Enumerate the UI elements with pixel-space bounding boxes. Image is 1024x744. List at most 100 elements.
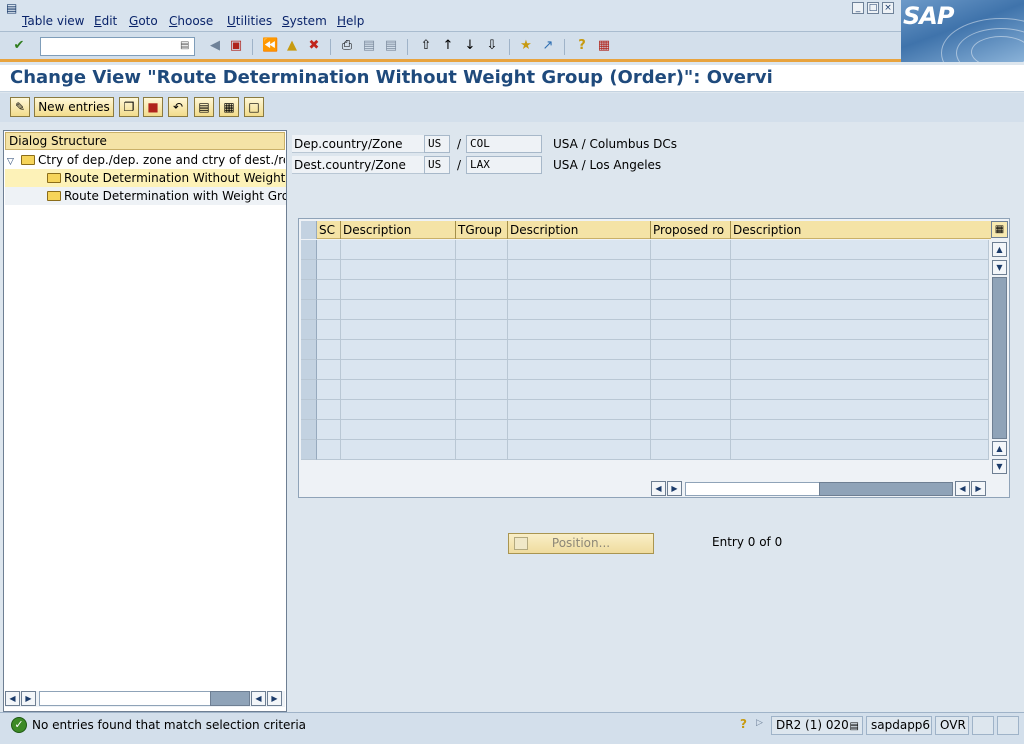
- scroll-up-icon[interactable]: ▲: [992, 242, 1007, 257]
- table-cell[interactable]: [731, 420, 989, 440]
- table-row[interactable]: [301, 260, 989, 280]
- column-header-description[interactable]: Description: [341, 221, 456, 239]
- table-row[interactable]: [301, 420, 989, 440]
- table-cell[interactable]: [317, 440, 341, 460]
- create-session-icon[interactable]: ★: [518, 38, 534, 54]
- table-cell[interactable]: [651, 440, 731, 460]
- table-cell[interactable]: [341, 260, 456, 280]
- table-cell[interactable]: [508, 280, 651, 300]
- table-cell[interactable]: [456, 400, 508, 420]
- table-cell[interactable]: [317, 300, 341, 320]
- table-cell[interactable]: [317, 240, 341, 260]
- scroll-thumb[interactable]: [819, 482, 953, 496]
- table-cell[interactable]: [508, 260, 651, 280]
- next-page-icon[interactable]: ↓: [462, 38, 478, 54]
- undo-change-icon[interactable]: ↶: [168, 97, 188, 117]
- row-selector[interactable]: [301, 360, 317, 380]
- close-icon[interactable]: ×: [882, 2, 894, 14]
- scroll-right-icon[interactable]: ▶: [267, 691, 282, 706]
- table-cell[interactable]: [508, 420, 651, 440]
- position-button[interactable]: Position...: [508, 533, 654, 554]
- tree-node-country-zone[interactable]: ▽ Ctry of dep./dep. zone and ctry of dest…: [7, 151, 285, 169]
- table-cell[interactable]: [456, 440, 508, 460]
- maximize-icon[interactable]: □: [867, 2, 879, 14]
- row-selector[interactable]: [301, 420, 317, 440]
- last-page-icon[interactable]: ⇩: [484, 38, 500, 54]
- table-cell[interactable]: [651, 260, 731, 280]
- row-selector[interactable]: [301, 400, 317, 420]
- table-cell[interactable]: [341, 360, 456, 380]
- table-row[interactable]: [301, 320, 989, 340]
- system-info-list-icon[interactable]: ▤: [850, 718, 859, 735]
- table-cell[interactable]: [731, 440, 989, 460]
- new-entries-button[interactable]: New entries: [34, 97, 114, 117]
- table-cell[interactable]: [341, 340, 456, 360]
- scroll-left-icon[interactable]: ◀: [5, 691, 20, 706]
- scroll-right-icon[interactable]: ▶: [971, 481, 986, 496]
- table-cell[interactable]: [731, 320, 989, 340]
- table-cell[interactable]: [731, 360, 989, 380]
- command-field[interactable]: [40, 37, 195, 56]
- table-cell[interactable]: [651, 280, 731, 300]
- table-row[interactable]: [301, 440, 989, 460]
- table-cell[interactable]: [651, 420, 731, 440]
- insert-mode[interactable]: OVR: [935, 716, 969, 735]
- tree-node-route-without-weight[interactable]: Route Determination Without Weight Gro: [5, 169, 286, 187]
- expand-status-icon[interactable]: ▷: [756, 718, 763, 728]
- menu-system[interactable]: System: [282, 14, 327, 28]
- table-row[interactable]: [301, 340, 989, 360]
- tree-node-route-with-weight[interactable]: Route Determination with Weight Group: [5, 187, 286, 205]
- table-cell[interactable]: [341, 300, 456, 320]
- row-selector[interactable]: [301, 380, 317, 400]
- display-change-icon[interactable]: ✎: [10, 97, 30, 117]
- menu-goto[interactable]: Goto: [129, 14, 158, 28]
- scroll-thumb[interactable]: [992, 277, 1007, 439]
- page-down-icon[interactable]: ▲: [992, 441, 1007, 456]
- column-header-tgroup[interactable]: TGroup: [456, 221, 508, 239]
- column-header-tgroup-description[interactable]: Description: [508, 221, 651, 239]
- table-cell[interactable]: [508, 320, 651, 340]
- table-cell[interactable]: [651, 400, 731, 420]
- table-cell[interactable]: [317, 280, 341, 300]
- table-cell[interactable]: [456, 320, 508, 340]
- column-header-sc[interactable]: SC: [317, 221, 341, 239]
- system-menu-icon[interactable]: ▤: [6, 1, 17, 15]
- table-cell[interactable]: [317, 360, 341, 380]
- row-selector[interactable]: [301, 260, 317, 280]
- table-cell[interactable]: [341, 240, 456, 260]
- table-cell[interactable]: [651, 340, 731, 360]
- row-selector[interactable]: [301, 440, 317, 460]
- scroll-track[interactable]: [39, 691, 211, 706]
- select-block-icon[interactable]: ▦: [219, 97, 239, 117]
- exit-icon[interactable]: ▲: [284, 38, 300, 54]
- row-selector[interactable]: [301, 340, 317, 360]
- column-header-route-description[interactable]: Description: [731, 221, 991, 239]
- table-cell[interactable]: [731, 400, 989, 420]
- table-cell[interactable]: [508, 440, 651, 460]
- scroll-right-icon[interactable]: ▶: [667, 481, 682, 496]
- table-cell[interactable]: [651, 380, 731, 400]
- table-cell[interactable]: [731, 280, 989, 300]
- table-row[interactable]: [301, 380, 989, 400]
- table-cell[interactable]: [508, 400, 651, 420]
- command-history-icon[interactable]: ▤: [180, 40, 189, 51]
- status-message[interactable]: No entries found that match selection cr…: [32, 718, 306, 732]
- table-horizontal-scrollbar[interactable]: ◀ ▶ ◀ ▶: [651, 481, 989, 497]
- table-cell[interactable]: [341, 420, 456, 440]
- table-cell[interactable]: [317, 320, 341, 340]
- table-cell[interactable]: [317, 420, 341, 440]
- resize-grip[interactable]: [997, 716, 1019, 735]
- table-row[interactable]: [301, 240, 989, 260]
- table-cell[interactable]: [508, 300, 651, 320]
- select-all-rows-button[interactable]: [301, 221, 317, 239]
- create-shortcut-icon[interactable]: ↗: [540, 38, 556, 54]
- table-cell[interactable]: [317, 340, 341, 360]
- minimize-icon[interactable]: _: [852, 2, 864, 14]
- table-cell[interactable]: [341, 280, 456, 300]
- first-page-icon[interactable]: ⇧: [418, 38, 434, 54]
- table-cell[interactable]: [651, 300, 731, 320]
- select-all-icon[interactable]: ▤: [194, 97, 214, 117]
- table-cell[interactable]: [651, 360, 731, 380]
- table-row[interactable]: [301, 400, 989, 420]
- table-cell[interactable]: [651, 240, 731, 260]
